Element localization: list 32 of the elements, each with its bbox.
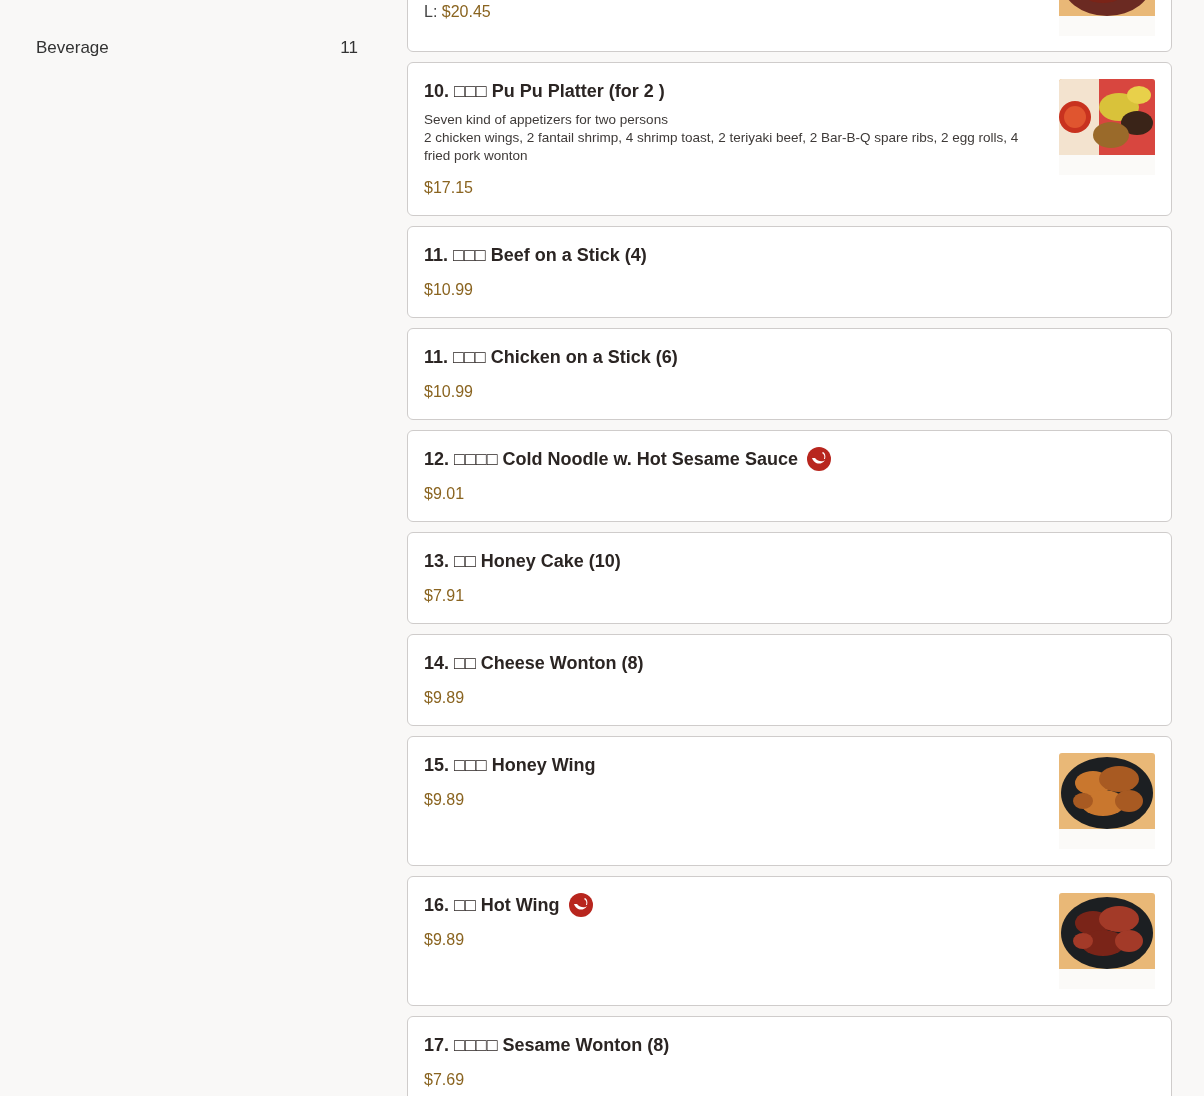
item-price: $10.99 <box>424 383 473 400</box>
item-price: $7.69 <box>424 1071 465 1088</box>
item-title: 14. □□ Cheese Wonton (8) <box>424 652 644 675</box>
item-title: 13. □□ Honey Cake (10) <box>424 550 621 573</box>
menu-item-card[interactable]: 14. □□ Cheese Wonton (8) $9.89 <box>407 634 1172 726</box>
item-price: $9.89 <box>424 931 465 948</box>
menu-item-card[interactable]: L: $20.45 <box>407 0 1172 52</box>
item-price: $9.89 <box>424 689 465 706</box>
menu-item-card[interactable]: 15. □□□ Honey Wing $9.89 <box>407 736 1172 866</box>
item-title: 11. □□□ Chicken on a Stick (6) <box>424 346 678 369</box>
item-price: L: $20.45 <box>424 3 491 20</box>
item-title: 12. □□□□ Cold Noodle w. Hot Sesame Sauce <box>424 448 798 471</box>
menu-item-card[interactable]: 16. □□ Hot Wing $9.89 <box>407 876 1172 1006</box>
menu-item-card[interactable]: 17. □□□□ Sesame Wonton (8) $7.69 <box>407 1016 1172 1096</box>
item-title: 15. □□□ Honey Wing <box>424 754 596 777</box>
item-title: 17. □□□□ Sesame Wonton (8) <box>424 1034 670 1057</box>
menu-item-card[interactable]: 12. □□□□ Cold Noodle w. Hot Sesame Sauce $9.01 <box>407 430 1172 522</box>
item-title: 11. □□□ Beef on a Stick (4) <box>424 244 647 267</box>
menu-item-card[interactable]: 13. □□ Honey Cake (10) $7.91 <box>407 532 1172 624</box>
item-title: 16. □□ Hot Wing <box>424 894 560 917</box>
menu-item-card[interactable]: 11. □□□ Beef on a Stick (4) $10.99 <box>407 226 1172 318</box>
item-price: $10.99 <box>424 281 473 298</box>
item-title: 10. □□□ Pu Pu Platter (for 2 ) <box>424 80 665 103</box>
item-description: Seven kind of appetizers for two persons 2 chicken wings, 2 fantail shrimp, 4 shrimp toast, 2 teriyaki beef, 2 Bar-B-Q spare ribs, 2 egg rolls, 4 fried pork wonton <box>424 111 1020 165</box>
category-count: 11 <box>340 37 358 59</box>
item-price: $9.89 <box>424 791 465 808</box>
item-price: $7.91 <box>424 587 465 604</box>
item-price: $17.15 <box>424 179 473 196</box>
menu-item-card[interactable] <box>407 62 1172 216</box>
item-price: $9.01 <box>424 485 465 502</box>
menu-item-card[interactable]: 11. □□□ Chicken on a Stick (6) $10.99 <box>407 328 1172 420</box>
category-name[interactable]: Beverage <box>36 36 109 60</box>
